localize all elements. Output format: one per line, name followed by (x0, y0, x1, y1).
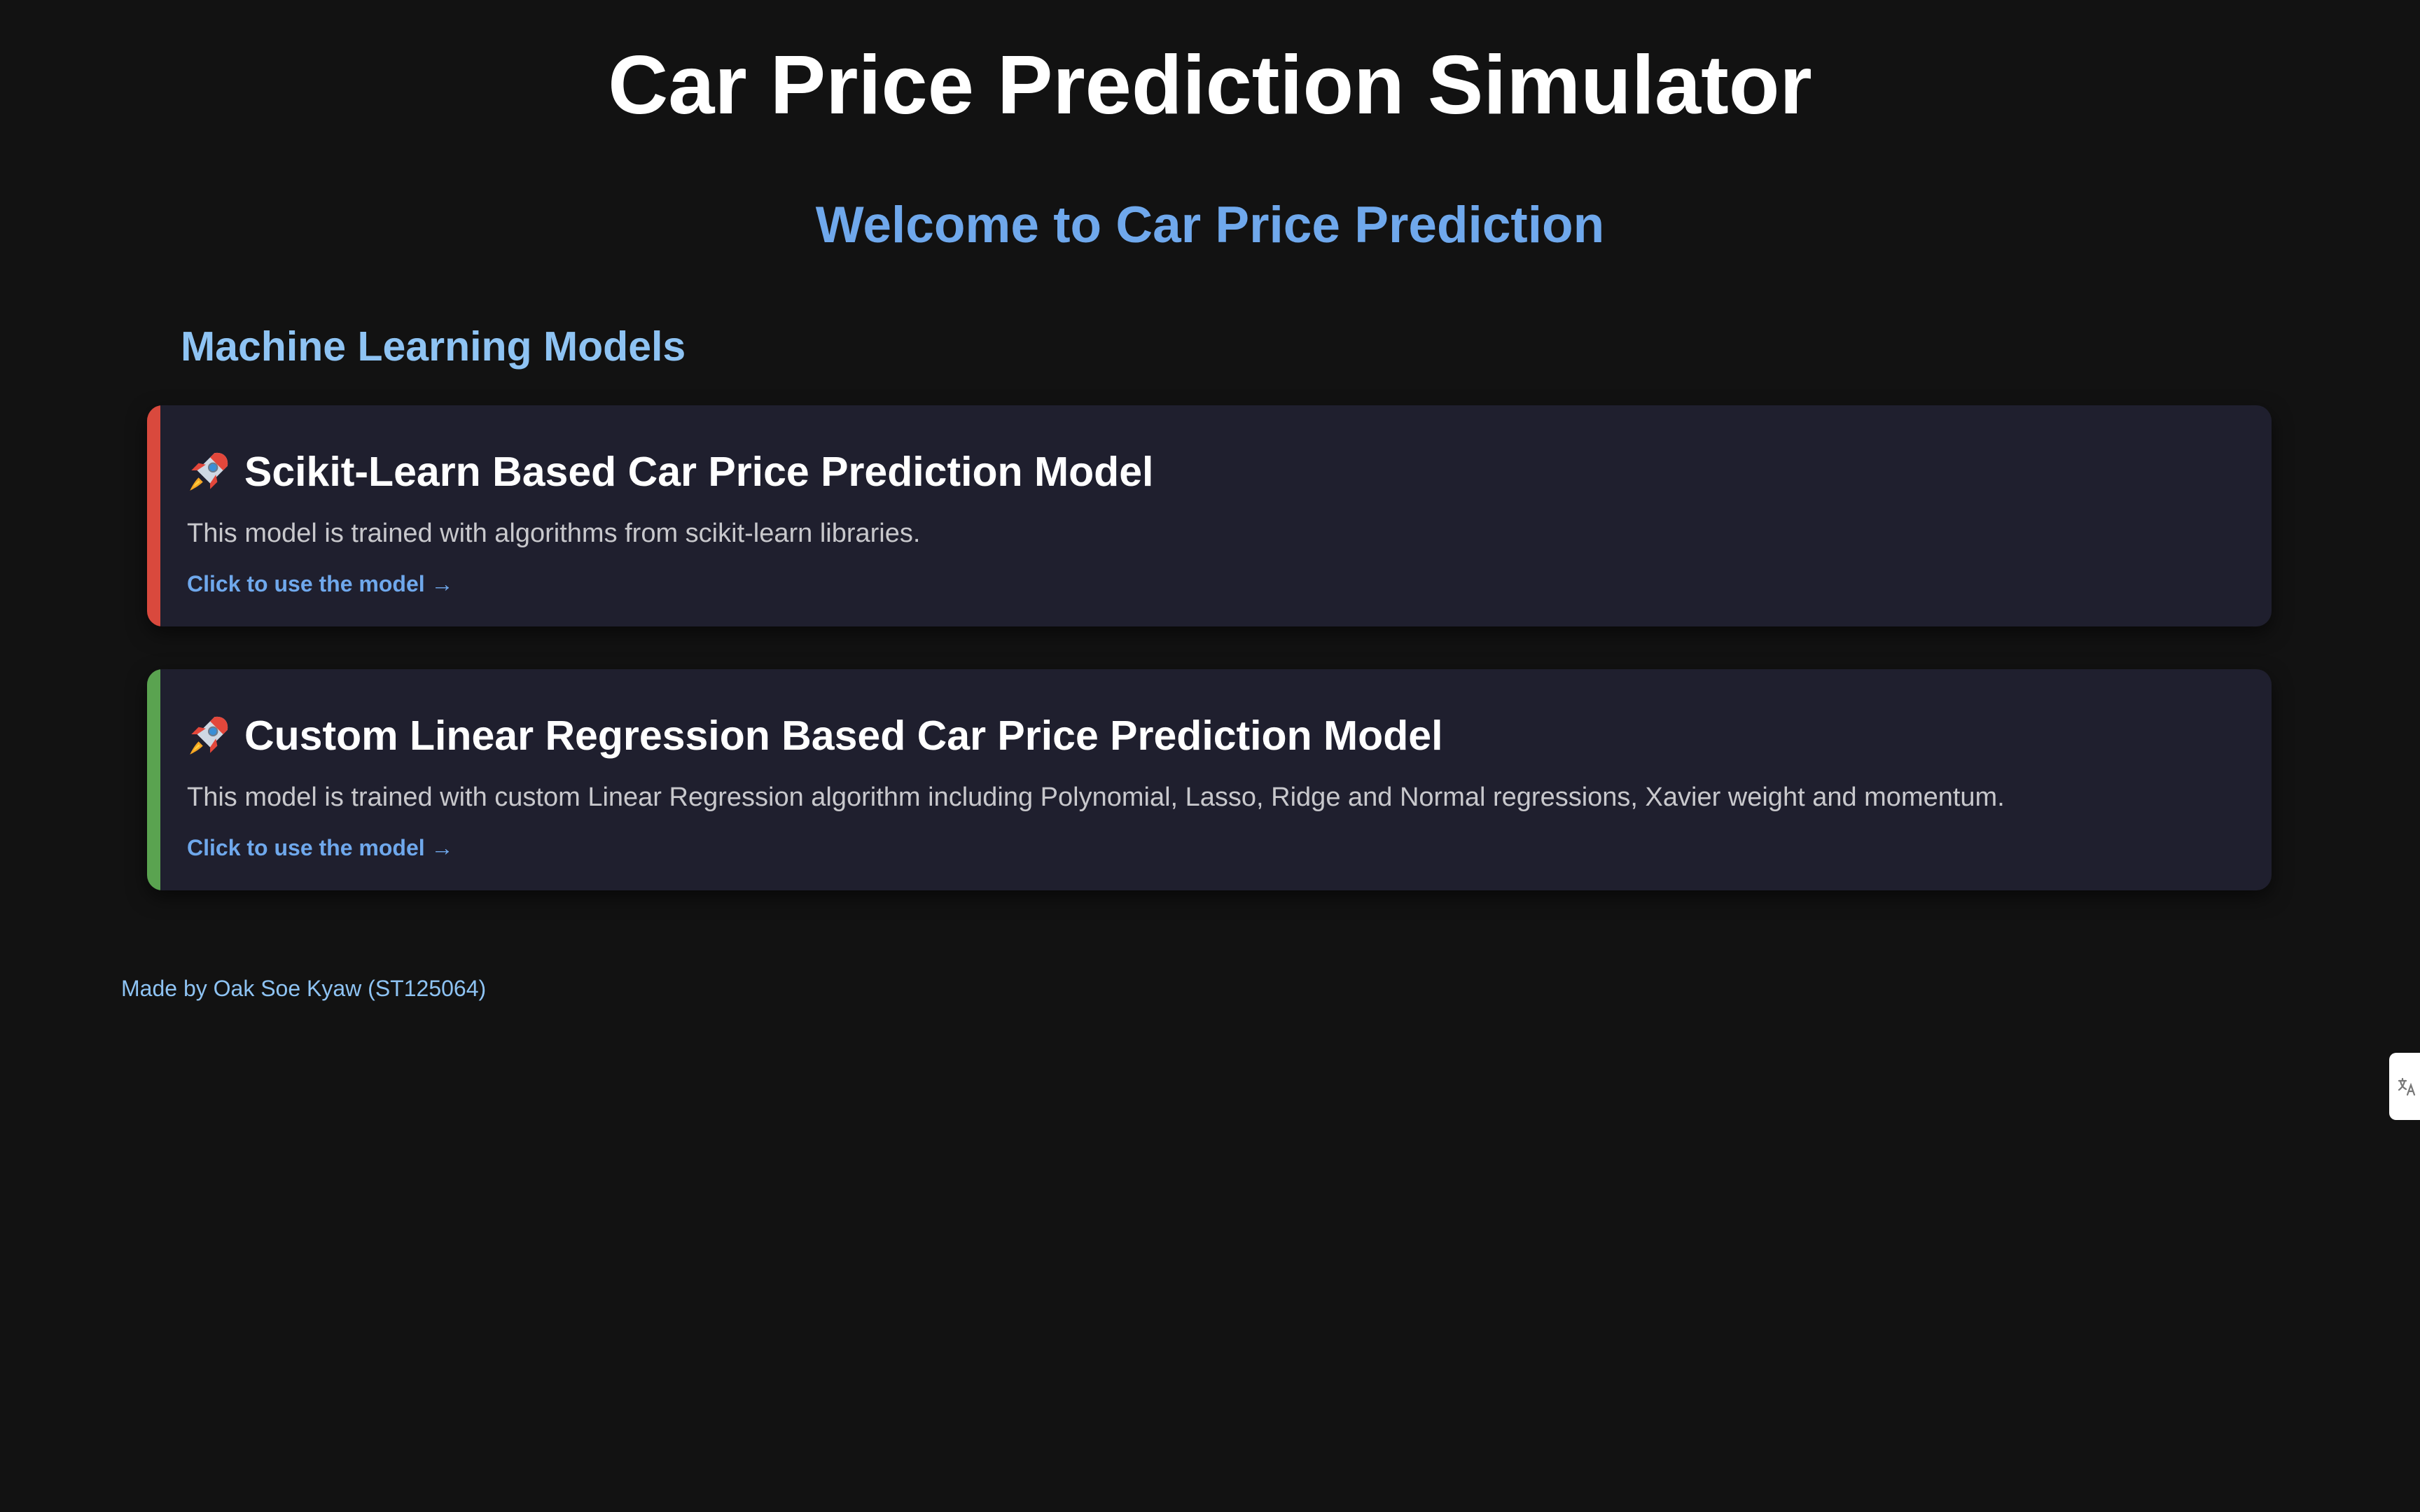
translate-icon (2398, 1077, 2416, 1096)
page-title: Car Price Prediction Simulator (608, 38, 1812, 132)
card-accent-bar (147, 405, 160, 626)
card-title-text: Custom Linear Regression Based Car Price… (244, 713, 1443, 759)
card-title: Custom Linear Regression Based Car Price… (186, 708, 1442, 764)
card-title: Scikit-Learn Based Car Price Prediction … (186, 444, 1153, 500)
model-card-scikit-learn[interactable]: Scikit-Learn Based Car Price Prediction … (147, 405, 2272, 626)
use-model-link[interactable]: Click to use the model → (187, 834, 454, 862)
side-panel-tab[interactable] (2389, 1053, 2420, 1120)
rocket-icon (186, 449, 232, 495)
card-description: This model is trained with algorithms fr… (187, 519, 921, 548)
card-title-text: Scikit-Learn Based Car Price Prediction … (244, 449, 1154, 495)
model-card-custom-linear-regression[interactable]: Custom Linear Regression Based Car Price… (147, 669, 2272, 890)
card-accent-bar (147, 669, 160, 890)
app-root: Car Price Prediction Simulator Welcome t… (0, 0, 2420, 1512)
use-model-link[interactable]: Click to use the model → (187, 570, 454, 598)
card-description: This model is trained with custom Linear… (187, 783, 2005, 812)
section-title: Machine Learning Models (181, 323, 686, 370)
footer-credit: Made by Oak Soe Kyaw (ST125064) (121, 976, 487, 1001)
rocket-icon (186, 713, 232, 759)
welcome-heading: Welcome to Car Price Prediction (815, 197, 1605, 253)
